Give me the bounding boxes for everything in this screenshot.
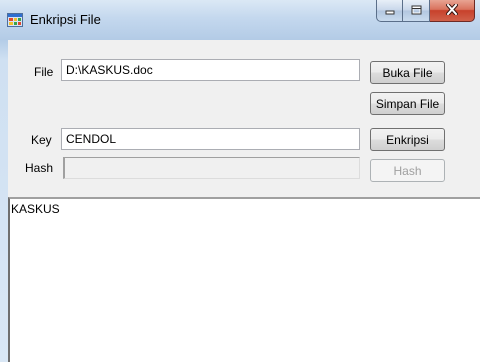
app-icon[interactable] bbox=[7, 12, 23, 28]
app-window: Enkripsi File File D:\KASKUS.doc Buka Fi… bbox=[0, 0, 480, 362]
maximize-icon bbox=[411, 4, 422, 18]
maximize-button[interactable] bbox=[403, 0, 430, 22]
key-label: Key bbox=[31, 133, 52, 147]
hash-field bbox=[63, 157, 360, 179]
encrypt-button[interactable]: Enkripsi bbox=[370, 128, 445, 151]
file-label: File bbox=[34, 65, 54, 79]
close-button[interactable] bbox=[430, 0, 475, 22]
content-text: KASKUS bbox=[11, 202, 60, 216]
hash-button: Hash bbox=[370, 159, 445, 182]
title-bar[interactable]: Enkripsi File bbox=[0, 0, 480, 40]
window-title: Enkripsi File bbox=[30, 12, 101, 27]
content-textarea[interactable]: KASKUS bbox=[8, 197, 480, 362]
save-file-button[interactable]: Simpan File bbox=[370, 92, 445, 115]
key-field[interactable]: CENDOL bbox=[61, 128, 360, 150]
open-file-button[interactable]: Buka File bbox=[370, 61, 445, 84]
file-path-field[interactable]: D:\KASKUS.doc bbox=[61, 59, 360, 81]
caption-buttons bbox=[376, 0, 475, 22]
close-icon bbox=[445, 1, 459, 18]
hash-label: Hash bbox=[25, 161, 54, 175]
client-area: File D:\KASKUS.doc Buka File Simpan File… bbox=[8, 40, 480, 362]
minimize-icon bbox=[385, 4, 395, 18]
minimize-button[interactable] bbox=[376, 0, 403, 22]
